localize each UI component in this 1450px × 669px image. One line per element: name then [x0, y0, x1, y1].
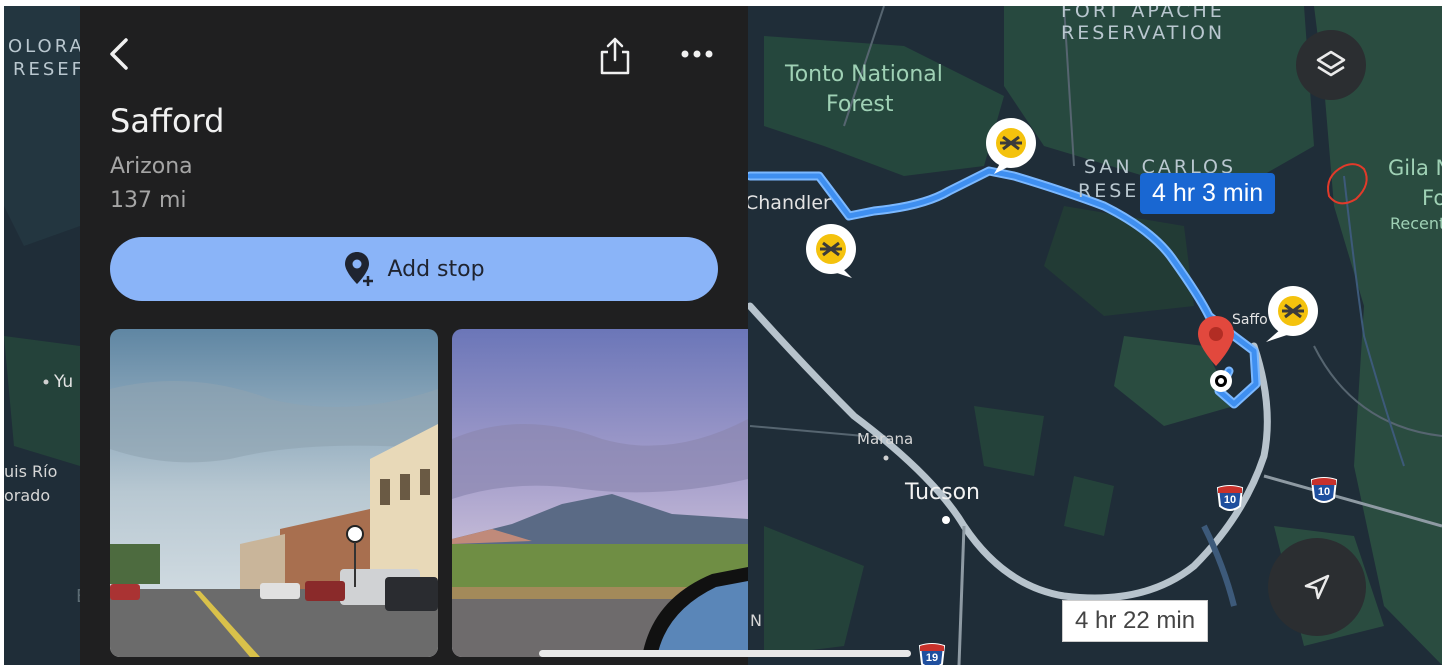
layers-icon — [1316, 50, 1346, 77]
highway-10-shield-east: 10 — [1310, 476, 1338, 506]
recenter-button[interactable] — [1268, 538, 1366, 636]
place-photo-street[interactable] — [110, 329, 438, 657]
map-label-colorado-city: orado — [4, 486, 51, 505]
map-label-tucson: Tucson — [905, 480, 981, 505]
more-options-button[interactable] — [680, 46, 714, 67]
highway-10-shield: 10 — [1216, 484, 1244, 514]
more-dots-icon — [681, 50, 713, 58]
maps-screen: FORT APACHE RESERVATION Tonto National F… — [4, 6, 1442, 665]
map-label-safford: Saffo — [1232, 312, 1268, 328]
map-label-fort-apache: FORT APACHE — [1061, 6, 1225, 22]
map-label-yuma: Yu — [54, 372, 74, 392]
home-indicator[interactable] — [539, 650, 911, 657]
primary-route-time[interactable]: 4 hr 3 min — [1140, 173, 1276, 214]
place-photo-mountains[interactable] — [452, 329, 748, 657]
map-label-chandler: Chandler — [745, 192, 831, 214]
alternate-route-time[interactable]: 4 hr 22 min — [1062, 600, 1209, 642]
layers-button[interactable] — [1296, 30, 1366, 100]
share-button[interactable] — [598, 36, 632, 81]
place-distance: 137 mi — [110, 188, 187, 213]
highway-19-shield: 19 — [918, 642, 946, 665]
add-stop-button[interactable]: Add stop — [110, 237, 718, 301]
destination-pin-icon[interactable] — [1196, 314, 1236, 375]
place-region: Arizona — [110, 154, 193, 179]
map-label-n: N — [750, 611, 762, 630]
map-label-luis-rio: uis Río — [4, 462, 58, 481]
map-label-rese: RESE — [1078, 180, 1140, 202]
back-arrow-icon — [110, 38, 128, 70]
map-label-tonto: Tonto National — [785, 62, 943, 87]
back-button[interactable] — [106, 36, 132, 77]
map-label-forest: Forest — [826, 92, 894, 117]
origin-dot-icon — [1208, 368, 1234, 399]
road-closure-icon[interactable] — [984, 116, 1038, 181]
navigation-arrow-icon — [1304, 574, 1330, 600]
road-closure-icon[interactable] — [804, 222, 858, 287]
place-title: Safford — [110, 102, 225, 140]
map-label-colorado-res: RESEF — [13, 59, 86, 80]
add-location-icon — [345, 252, 374, 286]
map-label-colorado: OLORA — [8, 36, 85, 57]
road-closure-icon[interactable] — [1266, 284, 1320, 351]
map-label-gila-recent: Recent — [1390, 214, 1442, 233]
map-label-gila-fo: Fo — [1422, 186, 1442, 210]
place-panel: Safford Arizona 137 mi Add stop — [80, 6, 748, 665]
add-stop-label: Add stop — [387, 256, 485, 282]
share-icon — [600, 37, 630, 75]
map-label-gila: Gila N — [1388, 156, 1442, 180]
map-label-reservation: RESERVATION — [1061, 22, 1226, 44]
map-label-marana: Marana — [857, 430, 914, 448]
